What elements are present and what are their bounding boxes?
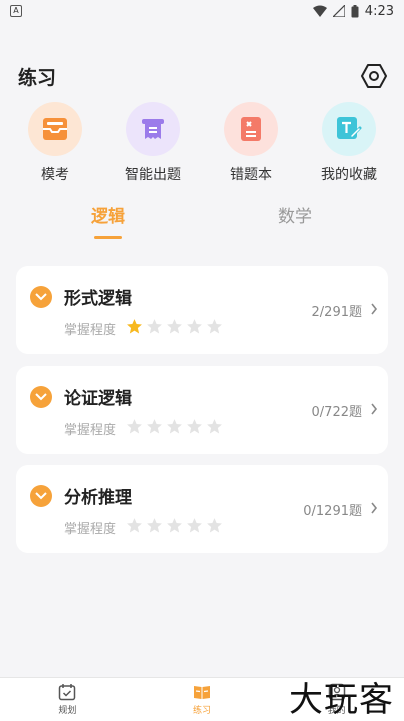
nav-item-practice[interactable]: 练习 bbox=[135, 678, 270, 721]
page-header: 练习 bbox=[0, 58, 404, 94]
star-empty-icon bbox=[207, 518, 222, 533]
star-empty-icon bbox=[167, 518, 182, 533]
settings-icon bbox=[361, 64, 387, 88]
topic-card-analytical-reasoning[interactable]: 分析推理 掌握程度 0/1291题 bbox=[16, 465, 388, 553]
topic-title: 论证逻辑 bbox=[64, 389, 132, 409]
topic-card-formal-logic[interactable]: 形式逻辑 掌握程度 2/291题 bbox=[16, 266, 388, 354]
quick-action-mistake-book[interactable]: 错题本 bbox=[206, 102, 296, 184]
quick-action-smart-questions[interactable]: 智能出题 bbox=[108, 102, 198, 184]
tab-math[interactable]: 数学 bbox=[245, 202, 345, 227]
mastery-stars bbox=[126, 318, 223, 335]
nav-item-plan[interactable]: 规划 bbox=[0, 678, 135, 721]
signal-icon bbox=[332, 5, 345, 17]
app-notification-icon: A bbox=[10, 5, 22, 17]
expand-chevron-icon[interactable] bbox=[30, 485, 52, 507]
quick-action-label: 模考 bbox=[41, 167, 69, 183]
mastery-label: 掌握程度 bbox=[64, 423, 117, 438]
star-empty-icon bbox=[147, 518, 162, 533]
mastery-stars bbox=[126, 517, 223, 534]
subject-tabs: 逻辑 数学 bbox=[0, 202, 404, 242]
topic-title: 分析推理 bbox=[64, 488, 132, 508]
star-empty-icon bbox=[207, 419, 222, 434]
nav-label: 练习 bbox=[193, 706, 212, 716]
quick-action-label: 我的收藏 bbox=[321, 167, 377, 183]
quick-action-label: 错题本 bbox=[230, 167, 272, 183]
quick-action-favorites[interactable]: 我的收藏 bbox=[304, 102, 394, 184]
watermark-text: 大玩客 bbox=[289, 680, 394, 720]
status-time: 4:23 bbox=[364, 3, 394, 19]
inbox-icon bbox=[43, 118, 67, 140]
active-tab-indicator bbox=[94, 236, 122, 239]
star-empty-icon bbox=[207, 319, 222, 334]
star-empty-icon bbox=[187, 419, 202, 434]
star-empty-icon bbox=[167, 419, 182, 434]
quick-actions: 模考 智能出题 错题本 我的收藏 bbox=[0, 102, 404, 184]
topic-title: 形式逻辑 bbox=[64, 289, 132, 309]
topic-progress: 0/1291题 bbox=[303, 504, 362, 519]
nav-label: 规划 bbox=[58, 706, 77, 716]
expand-chevron-icon[interactable] bbox=[30, 286, 52, 308]
star-empty-icon bbox=[127, 518, 142, 533]
expand-chevron-icon[interactable] bbox=[30, 386, 52, 408]
chevron-right-icon bbox=[371, 403, 378, 415]
tab-logic[interactable]: 逻辑 bbox=[58, 202, 158, 227]
star-empty-icon bbox=[167, 319, 182, 334]
qa-icon-bg bbox=[126, 102, 180, 156]
qa-icon-bg bbox=[322, 102, 376, 156]
topic-card-argument-logic[interactable]: 论证逻辑 掌握程度 0/722题 bbox=[16, 366, 388, 454]
wifi-icon bbox=[312, 5, 327, 17]
star-empty-icon bbox=[147, 419, 162, 434]
chevron-right-icon bbox=[371, 303, 378, 315]
star-empty-icon bbox=[187, 518, 202, 533]
mistake-book-icon bbox=[241, 117, 261, 141]
calendar-check-icon bbox=[59, 684, 76, 701]
star-empty-icon bbox=[127, 419, 142, 434]
receipt-icon bbox=[142, 119, 164, 139]
qa-icon-bg bbox=[28, 102, 82, 156]
topic-progress: 2/291题 bbox=[311, 305, 362, 320]
chevron-right-icon bbox=[371, 502, 378, 514]
quick-action-label: 智能出题 bbox=[125, 167, 181, 183]
page-title: 练习 bbox=[18, 66, 57, 89]
status-bar: A 4:23 bbox=[0, 0, 404, 22]
star-empty-icon bbox=[187, 319, 202, 334]
mastery-label: 掌握程度 bbox=[64, 323, 117, 338]
settings-button[interactable] bbox=[360, 62, 388, 90]
star-filled-icon bbox=[127, 319, 142, 334]
star-empty-icon bbox=[147, 319, 162, 334]
quick-action-mock-exam[interactable]: 模考 bbox=[10, 102, 100, 184]
book-icon bbox=[194, 686, 210, 699]
mastery-stars bbox=[126, 418, 223, 435]
mastery-label: 掌握程度 bbox=[64, 522, 117, 537]
topic-progress: 0/722题 bbox=[311, 405, 362, 420]
qa-icon-bg bbox=[224, 102, 278, 156]
battery-icon bbox=[351, 4, 359, 17]
note-edit-icon bbox=[337, 117, 362, 139]
